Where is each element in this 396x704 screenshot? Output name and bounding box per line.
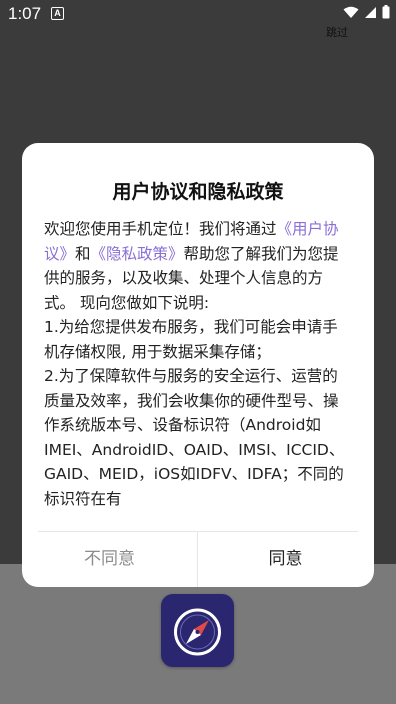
dialog-intro: 欢迎您使用手机定位！我们将通过《用户协议》和《隐私政策》帮助您了解我们为您提供的… bbox=[44, 217, 350, 315]
dialog-body: 欢迎您使用手机定位！我们将通过《用户协议》和《隐私政策》帮助您了解我们为您提供的… bbox=[44, 217, 350, 511]
app-icon bbox=[161, 594, 234, 667]
privacy-dialog: 用户协议和隐私政策 欢迎您使用手机定位！我们将通过《用户协议》和《隐私政策》帮助… bbox=[22, 143, 374, 587]
item-1: 1.为给您提供发布服务，我们可能会申请手机存储权限, 用于数据采集存储； bbox=[44, 318, 338, 361]
skip-button[interactable]: 跳过 bbox=[326, 24, 348, 40]
agree-button[interactable]: 同意 bbox=[198, 532, 373, 587]
wifi-icon bbox=[343, 6, 359, 18]
and-text: 和 bbox=[75, 244, 91, 263]
status-time: 1:07 bbox=[8, 4, 42, 23]
notification-indicator: A bbox=[51, 7, 64, 20]
disagree-button[interactable]: 不同意 bbox=[22, 532, 197, 587]
intro-text: 欢迎您使用手机定位！我们将通过 bbox=[44, 220, 277, 238]
battery-icon bbox=[382, 5, 390, 19]
dialog-title: 用户协议和隐私政策 bbox=[112, 181, 284, 203]
status-icons bbox=[343, 5, 390, 19]
signal-icon bbox=[365, 6, 376, 18]
compass-icon bbox=[174, 608, 221, 656]
item-2: 2.为了保障软件与服务的安全运行、运营的质量及效率，我们会收集你的硬件型号、操作… bbox=[44, 367, 345, 508]
privacy-policy-link[interactable]: 《隐私政策》 bbox=[91, 245, 184, 263]
